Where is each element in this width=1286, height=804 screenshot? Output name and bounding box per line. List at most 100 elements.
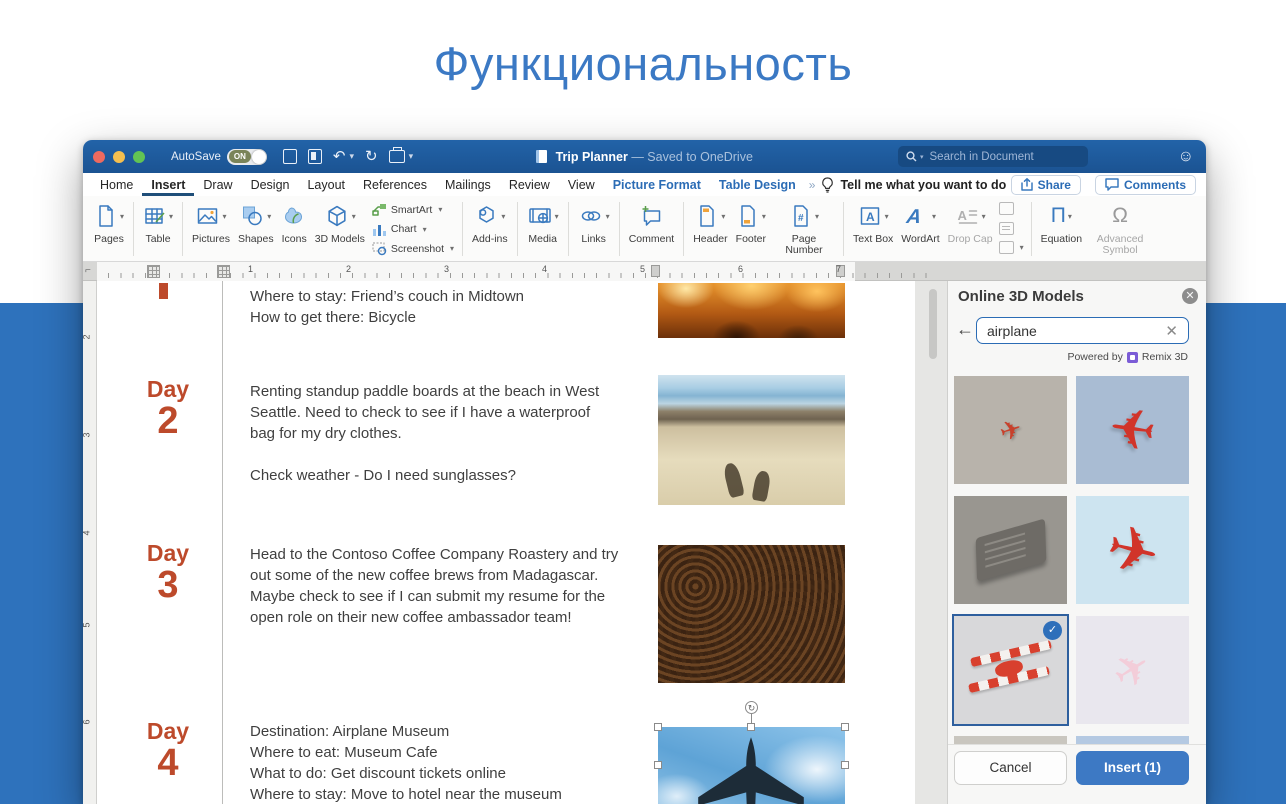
drop-cap-button[interactable]: A▾ Drop Cap bbox=[944, 200, 997, 246]
toolbar-options-chevron-icon[interactable]: ▾ bbox=[409, 151, 414, 162]
tab-mailings[interactable]: Mailings bbox=[436, 174, 500, 196]
beach-photo[interactable] bbox=[658, 375, 845, 505]
selection-handle[interactable] bbox=[747, 723, 755, 731]
table-column-marker[interactable] bbox=[147, 265, 160, 278]
day-2-label: Day 2 bbox=[125, 377, 211, 441]
minimize-window-button[interactable] bbox=[113, 151, 125, 163]
wordart-button[interactable]: A▾ WordArt bbox=[897, 200, 943, 246]
selection-handle[interactable] bbox=[654, 723, 662, 731]
model-thumbnail[interactable]: ✈ bbox=[1076, 376, 1189, 484]
footer-button[interactable]: ▾ Footer bbox=[732, 200, 770, 246]
undo-chevron-icon[interactable]: ▾ bbox=[349, 151, 354, 162]
equation-pi-icon: Π bbox=[1051, 204, 1066, 228]
indent-marker[interactable] bbox=[651, 265, 660, 277]
tab-layout[interactable]: Layout bbox=[298, 174, 354, 196]
tab-picture-format[interactable]: Picture Format bbox=[604, 174, 710, 196]
back-arrow-icon[interactable]: ← bbox=[956, 319, 974, 340]
clear-search-icon[interactable]: ✕ bbox=[1165, 322, 1178, 340]
comment-button[interactable]: Comment bbox=[625, 200, 679, 246]
pages-button[interactable]: ▾ Pages bbox=[90, 200, 128, 246]
tab-view[interactable]: View bbox=[559, 174, 604, 196]
tab-overflow-icon[interactable]: » bbox=[805, 178, 820, 192]
model-search-box[interactable]: ✕ bbox=[976, 317, 1189, 344]
close-window-button[interactable] bbox=[93, 151, 105, 163]
zoom-window-button[interactable] bbox=[133, 151, 145, 163]
remix-3d-logo bbox=[1127, 352, 1138, 363]
save-icon[interactable] bbox=[308, 149, 322, 164]
search-scope-chevron-icon[interactable]: ▾ bbox=[920, 153, 924, 161]
model-thumbnail[interactable]: ✈ bbox=[1076, 616, 1189, 724]
tab-selector-icon[interactable]: ⌐ bbox=[85, 265, 91, 276]
page-number-icon: # bbox=[789, 204, 813, 228]
undo-icon[interactable]: ↶ bbox=[333, 149, 346, 164]
selection-handle[interactable] bbox=[841, 761, 849, 769]
icons-button[interactable]: Icons bbox=[278, 200, 311, 246]
redo-icon[interactable]: ↻ bbox=[365, 149, 378, 164]
ruler-number: 3 bbox=[83, 432, 92, 437]
text-box-button[interactable]: A▾ Text Box bbox=[849, 200, 897, 246]
model-thumbnail[interactable] bbox=[954, 496, 1067, 604]
table-column-marker[interactable] bbox=[217, 265, 230, 278]
document-scrollbar[interactable] bbox=[929, 289, 937, 359]
shapes-button[interactable]: ▾ Shapes bbox=[234, 200, 278, 246]
wordart-icon: A bbox=[905, 204, 930, 228]
selected-check-icon: ✓ bbox=[1043, 621, 1062, 640]
3d-cube-icon bbox=[324, 204, 350, 229]
links-button[interactable]: ▾ Links bbox=[574, 200, 614, 246]
3d-models-button[interactable]: ▾ 3D Models bbox=[311, 200, 369, 246]
rotation-handle[interactable]: ↻ bbox=[745, 701, 758, 714]
print-icon[interactable] bbox=[389, 150, 405, 163]
vertical-ruler[interactable]: 2 3 4 5 6 bbox=[83, 281, 97, 804]
page-number-button[interactable]: #▾ Page Number bbox=[770, 200, 838, 257]
horizontal-ruler[interactable]: ⌐ 1 2 3 4 5 6 7 bbox=[83, 262, 1206, 281]
add-ins-button[interactable]: ▾ Add-ins bbox=[468, 200, 512, 246]
chart-button[interactable]: Chart▾ bbox=[372, 222, 454, 237]
new-document-icon[interactable] bbox=[283, 149, 297, 164]
media-button[interactable]: ▾ Media bbox=[523, 200, 563, 246]
smartart-button[interactable]: SmartArt▾ bbox=[372, 202, 454, 217]
coffee-beans-photo[interactable] bbox=[658, 545, 845, 683]
airplane-sky-photo[interactable] bbox=[658, 727, 845, 804]
object-options-buttons[interactable]: ▾ bbox=[997, 200, 1026, 256]
share-button[interactable]: Share bbox=[1011, 175, 1081, 195]
day-2-text: Renting standup paddle boards at the bea… bbox=[250, 381, 640, 486]
autosave-toggle[interactable]: ON bbox=[227, 149, 267, 165]
model-thumbnail[interactable]: ✈ bbox=[954, 376, 1067, 484]
search-in-document[interactable]: ▾ bbox=[898, 146, 1088, 167]
advanced-symbol-button[interactable]: Ω Advanced Symbol bbox=[1086, 200, 1154, 257]
search-input[interactable] bbox=[930, 151, 1060, 163]
model-search-input[interactable] bbox=[987, 323, 1147, 339]
ruler-number: 4 bbox=[542, 264, 547, 274]
header-button[interactable]: ▾ Header bbox=[689, 200, 731, 246]
ruler-number: 2 bbox=[346, 264, 351, 274]
comments-button[interactable]: Comments bbox=[1095, 175, 1196, 195]
model-thumbnail[interactable]: ✓ bbox=[954, 616, 1067, 724]
insert-button[interactable]: Insert (1) bbox=[1076, 751, 1189, 785]
concert-crowd-photo[interactable] bbox=[658, 283, 845, 338]
pictures-button[interactable]: ▾ Pictures bbox=[188, 200, 234, 246]
selection-handle[interactable] bbox=[654, 761, 662, 769]
feedback-smiley-icon[interactable]: ☺ bbox=[1178, 148, 1194, 166]
date-time-icon bbox=[999, 222, 1014, 235]
document-page[interactable]: Where to stay: Friend’s couch in Midtown… bbox=[97, 281, 915, 804]
tab-table-design[interactable]: Table Design bbox=[710, 174, 805, 196]
comments-icon bbox=[1105, 178, 1119, 191]
model-thumbnail[interactable]: ✈ bbox=[1076, 496, 1189, 604]
day-3-text: Head to the Contoso Coffee Company Roast… bbox=[250, 544, 640, 628]
ruler-number: 2 bbox=[83, 334, 92, 339]
table-button[interactable]: ▾ Table bbox=[139, 200, 177, 246]
selection-handle[interactable] bbox=[841, 723, 849, 731]
tell-me-box[interactable]: Tell me what you want to do bbox=[821, 177, 1006, 193]
smartart-icon bbox=[372, 202, 387, 217]
tab-insert[interactable]: Insert bbox=[142, 174, 194, 196]
screenshot-button[interactable]: Screenshot▾ bbox=[372, 241, 454, 256]
equation-button[interactable]: Π▾ Equation bbox=[1037, 200, 1086, 246]
document-area: 2 3 4 5 6 Where to stay: Friend’s couch … bbox=[83, 281, 1206, 804]
tab-references[interactable]: References bbox=[354, 174, 436, 196]
tab-review[interactable]: Review bbox=[500, 174, 559, 196]
close-pane-icon[interactable]: ✕ bbox=[1182, 288, 1198, 304]
tab-draw[interactable]: Draw bbox=[194, 174, 241, 196]
tab-home[interactable]: Home bbox=[91, 174, 142, 196]
cancel-button[interactable]: Cancel bbox=[954, 751, 1067, 785]
tab-design[interactable]: Design bbox=[242, 174, 299, 196]
